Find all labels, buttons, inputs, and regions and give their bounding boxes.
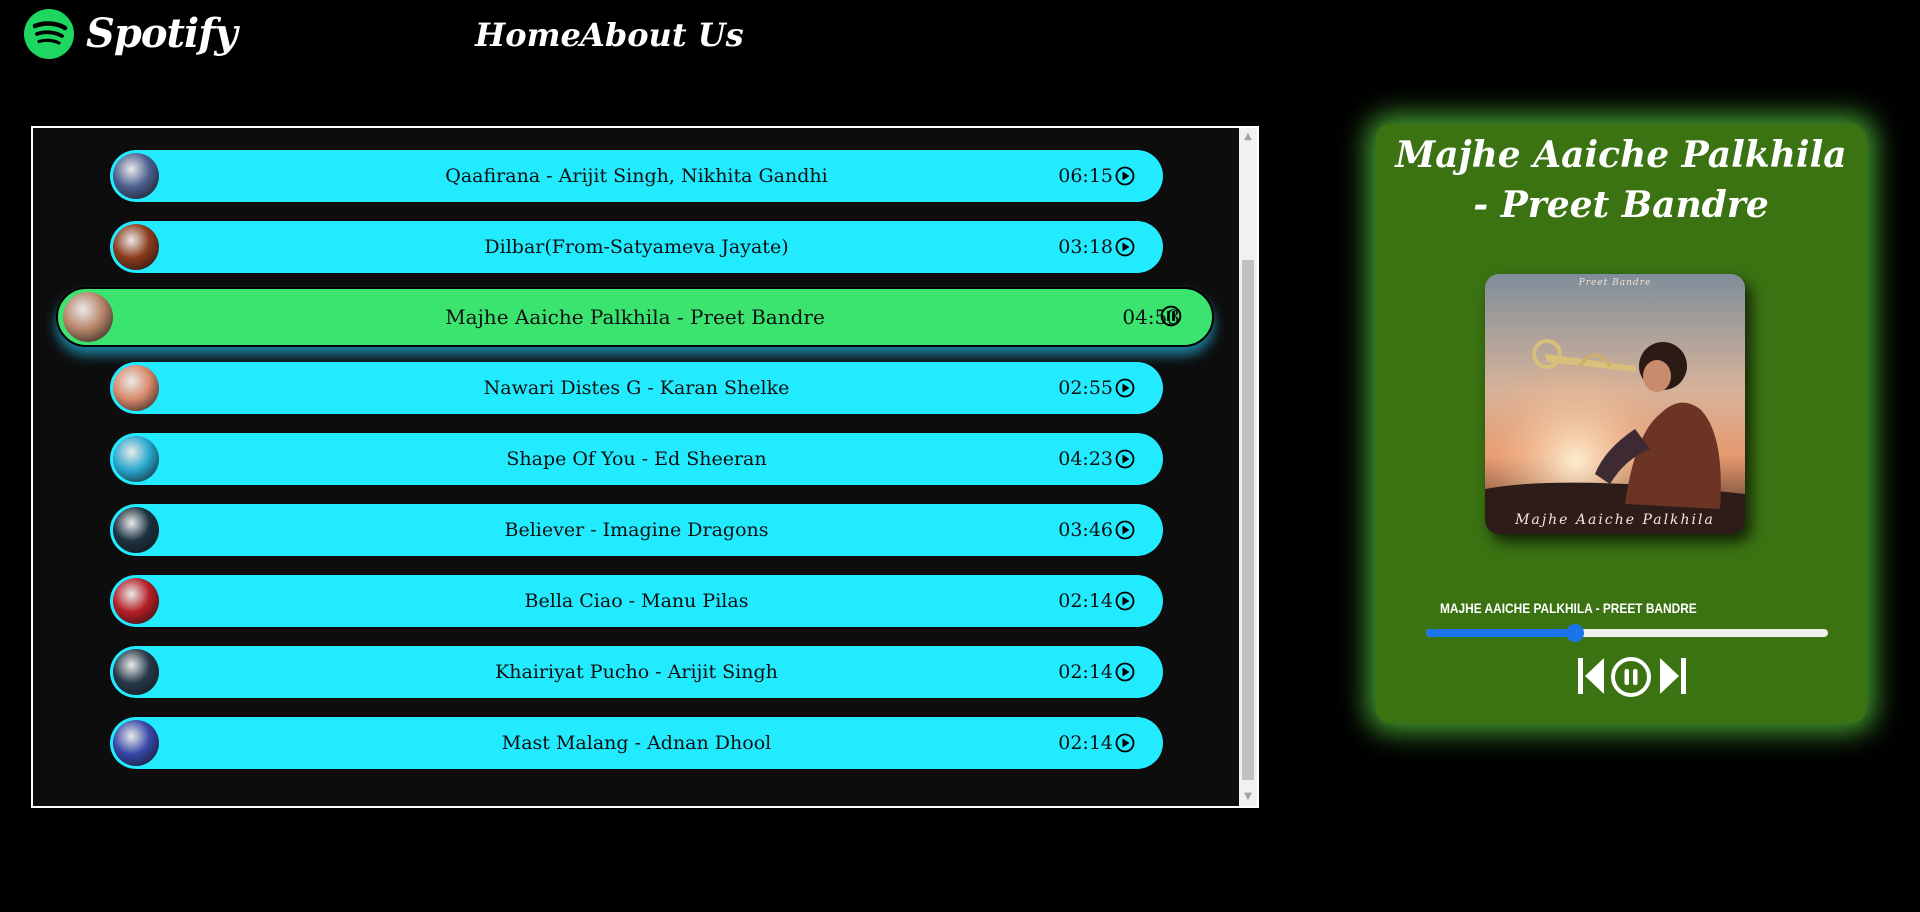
song-title: Khairiyat Pucho - Arijit Singh [495,661,778,683]
song-title: Shape Of You - Ed Sheeran [506,448,767,470]
song-item[interactable]: Shape Of You - Ed Sheeran 04:23 [110,433,1163,485]
scroll-thumb[interactable] [1242,260,1254,780]
nav-about-link[interactable]: About Us [580,16,744,54]
play-circle-icon[interactable] [1115,166,1135,186]
song-item[interactable]: Nawari Distes G - Karan Shelke 02:55 [110,362,1163,414]
song-title: Mast Malang - Adnan Dhool [501,732,772,754]
song-item[interactable]: Mast Malang - Adnan Dhool 02:14 [110,717,1163,769]
song-duration: 02:14 [1058,590,1113,612]
scrollbar[interactable]: ▲ ▼ [1239,128,1257,806]
song-duration: 02:14 [1058,661,1113,683]
top-navbar: Spotify Home About Us [0,0,1920,75]
song-duration: 02:14 [1058,732,1113,754]
now-playing-label: MAJHE AAICHE PALKHILA - PREET BANDRE [1440,600,1697,616]
album-caption-text: Majhe Aaiche Palkhila [1515,512,1715,528]
song-list[interactable]: Qaafirana - Arijit Singh, Nikhita Gandhi… [31,126,1259,808]
scroll-up-arrow-icon[interactable]: ▲ [1239,128,1257,146]
seek-bar-fill [1426,629,1575,637]
nav-home-link[interactable]: Home [475,16,581,54]
player-title: Majhe Aaiche Palkhila - Preet Bandre [1395,134,1847,226]
album-art: Preet Bandre Majhe Aaiche Palkhila [1485,274,1745,534]
player-panel: Majhe Aaiche Palkhila - Preet Bandre Pre… [1376,124,1866,723]
song-item[interactable]: Qaafirana - Arijit Singh, Nikhita Gandhi… [110,150,1163,202]
song-title: Bella Ciao - Manu Pilas [524,590,749,612]
song-item[interactable]: Majhe Aaiche Palkhila - Preet Bandre 04:5… [56,287,1214,347]
song-item[interactable]: Believer - Imagine Dragons 03:46 [110,504,1163,556]
song-title: Believer - Imagine Dragons [504,519,769,541]
play-circle-icon[interactable] [1115,591,1135,611]
song-duration: 03:46 [1058,519,1113,541]
song-item[interactable]: Bella Ciao - Manu Pilas 02:14 [110,575,1163,627]
song-duration: 02:55 [1058,377,1113,399]
song-title: Dilbar(From-Satyameva Jayate) [484,236,789,258]
play-circle-icon[interactable] [1115,733,1135,753]
song-duration: 03:18 [1058,236,1113,258]
scroll-down-arrow-icon[interactable]: ▼ [1239,788,1257,806]
next-track-icon[interactable] [1658,656,1688,696]
play-circle-icon[interactable] [1115,662,1135,682]
play-circle-icon[interactable] [1115,237,1135,257]
song-title: Majhe Aaiche Palkhila - Preet Bandre [445,305,825,329]
song-item[interactable]: Dilbar(From-Satyameva Jayate) 03:18 [110,221,1163,273]
album-artist-text: Preet Bandre [1578,278,1652,288]
album-art-image [1485,274,1745,534]
pause-icon[interactable] [1610,656,1652,698]
play-circle-icon[interactable] [1115,520,1135,540]
song-item[interactable]: Khairiyat Pucho - Arijit Singh 02:14 [110,646,1163,698]
seek-bar-handle[interactable] [1565,624,1584,642]
play-circle-icon[interactable] [1115,378,1135,398]
spotify-logo-icon[interactable] [24,9,74,59]
pause-circle-icon[interactable] [1160,305,1182,327]
play-circle-icon[interactable] [1115,449,1135,469]
brand-name[interactable]: Spotify [86,10,238,57]
previous-track-icon[interactable] [1576,656,1606,696]
seek-bar[interactable] [1426,624,1828,642]
song-title: Nawari Distes G - Karan Shelke [483,377,790,399]
song-title: Qaafirana - Arijit Singh, Nikhita Gandhi [445,165,828,187]
song-duration: 06:15 [1058,165,1113,187]
song-duration: 04:23 [1058,448,1113,470]
